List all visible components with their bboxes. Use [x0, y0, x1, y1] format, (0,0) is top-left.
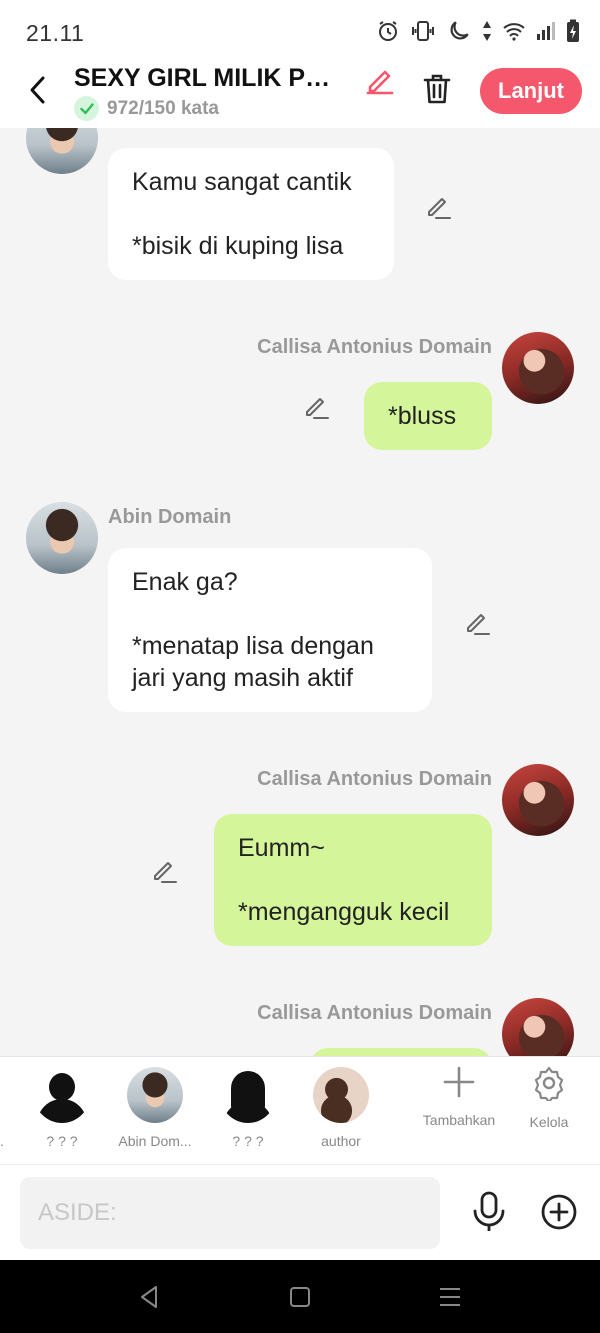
- edit-message-icon[interactable]: [424, 192, 452, 220]
- plus-circle-icon[interactable]: [540, 1193, 578, 1231]
- nav-home-icon[interactable]: [287, 1284, 313, 1310]
- status-bar: 21.11: [0, 0, 600, 62]
- chat-area[interactable]: Kamu sangat cantik *bisik di kuping lisa…: [0, 128, 600, 1056]
- avatar-abin[interactable]: [26, 502, 98, 574]
- edit-message-icon[interactable]: [302, 392, 330, 420]
- manage-label: Kelola: [529, 1114, 569, 1130]
- avatar-callisa[interactable]: [502, 998, 574, 1056]
- silhouette-avatar: [34, 1067, 90, 1123]
- message-bubble[interactable]: *bluss: [364, 382, 492, 450]
- avatar-abin: [127, 1067, 183, 1123]
- edit-title-button[interactable]: [362, 62, 398, 98]
- sender-name: Callisa Antonius Domain: [257, 1002, 492, 1024]
- word-count: 972/150 kata: [74, 96, 219, 121]
- avatar-callisa[interactable]: [502, 764, 574, 836]
- word-count-text: 972/150 kata: [107, 97, 219, 119]
- battery-charging-icon: [567, 19, 579, 42]
- check-icon: [74, 96, 99, 121]
- character-label: Abin Dom...: [118, 1133, 192, 1149]
- sender-name: Abin Domain: [108, 506, 232, 528]
- scroll-edge-dot: .: [0, 1133, 4, 1149]
- message-bubble[interactable]: Kamu sangat cantik *bisik di kuping lisa: [108, 148, 394, 280]
- back-button[interactable]: [18, 70, 58, 110]
- back-arrow-icon: [30, 76, 45, 104]
- character-bar: . ? ? ? Abin Dom... ? ? ? author Tambahk…: [0, 1056, 600, 1164]
- add-label: Tambahkan: [422, 1112, 496, 1128]
- character-label: ? ? ?: [232, 1133, 264, 1149]
- trash-icon: [423, 74, 451, 104]
- character-unknown-2[interactable]: ? ? ?: [203, 1067, 293, 1149]
- character-label: author: [321, 1133, 361, 1149]
- gear-icon: [534, 1066, 564, 1104]
- edit-message-icon[interactable]: [150, 856, 178, 884]
- message-bubble[interactable]: [310, 1048, 492, 1056]
- character-label: ? ? ?: [46, 1133, 78, 1149]
- sender-name: Callisa Antonius Domain: [257, 768, 492, 790]
- chat-header: SEXY GIRL MILIK PRI... 972/150 kata Lanj…: [0, 62, 600, 128]
- status-icons: [376, 18, 580, 44]
- input-bar: [0, 1164, 600, 1260]
- signal-icon: [537, 22, 555, 40]
- character-abin[interactable]: Abin Dom...: [110, 1067, 200, 1149]
- system-nav-bar: [0, 1260, 600, 1333]
- wifi-icon: [503, 23, 525, 41]
- avatar-callisa[interactable]: [502, 332, 574, 404]
- aside-input[interactable]: [20, 1177, 440, 1249]
- vibrate-icon: [412, 21, 434, 41]
- character-unknown-1[interactable]: ? ? ?: [17, 1067, 107, 1149]
- character-author[interactable]: author: [296, 1067, 386, 1149]
- story-title: SEXY GIRL MILIK PRI...: [74, 64, 346, 92]
- add-character-button[interactable]: Tambahkan: [414, 1065, 504, 1128]
- alarm-icon: [379, 21, 397, 41]
- nav-menu-icon[interactable]: [437, 1284, 463, 1310]
- plus-icon: [443, 1066, 475, 1098]
- data-arrows-icon: [483, 21, 491, 41]
- sender-name: Callisa Antonius Domain: [257, 336, 492, 358]
- message-bubble[interactable]: Enak ga? *menatap lisa dengan jari yang …: [108, 548, 432, 712]
- moon-icon: [450, 21, 469, 40]
- edit-message-icon[interactable]: [463, 608, 491, 636]
- avatar-abin[interactable]: [26, 128, 98, 174]
- author-avatar: [313, 1067, 369, 1123]
- nav-back-icon[interactable]: [136, 1284, 162, 1310]
- manage-button[interactable]: Kelola: [504, 1065, 594, 1130]
- message-bubble[interactable]: Eumm~ *mengangguk kecil: [214, 814, 492, 946]
- status-time: 21.11: [26, 20, 85, 46]
- silhouette-avatar: [220, 1067, 276, 1123]
- microphone-icon[interactable]: [470, 1191, 508, 1233]
- next-button[interactable]: Lanjut: [480, 68, 582, 114]
- delete-button[interactable]: [420, 72, 456, 108]
- pencil-icon: [366, 70, 394, 95]
